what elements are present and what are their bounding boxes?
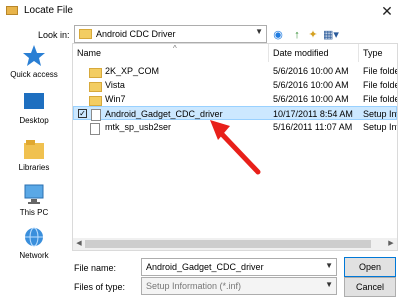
file-row[interactable]: Win7 5/6/2016 10:00 AM File folder (73, 92, 397, 106)
lookin-label: Look in: (38, 30, 70, 40)
scroll-thumb[interactable] (85, 240, 371, 248)
red-arrow-annotation (210, 120, 261, 175)
back-icon[interactable]: ◉ (271, 29, 285, 42)
setup-file-icon (90, 121, 100, 135)
column-type[interactable]: Type (359, 44, 397, 62)
filetype-dropdown[interactable]: Setup Information (*.inf) ▼ (141, 277, 337, 295)
folder-icon (89, 93, 102, 107)
file-type: Setup Info (363, 122, 397, 132)
file-type: File folder (363, 66, 397, 76)
column-type-label: Type (363, 48, 383, 58)
column-date-label: Date modified (273, 48, 329, 58)
file-date: 5/6/2016 10:00 AM (273, 94, 349, 104)
desktop-icon (24, 93, 44, 109)
folder-icon (89, 79, 102, 93)
file-date: 5/6/2016 10:00 AM (273, 80, 349, 90)
scroll-left-icon[interactable]: ◀ (73, 238, 85, 250)
filetype-value: Setup Information (*.inf) (146, 281, 242, 291)
file-row[interactable]: 2K_XP_COM 5/6/2016 10:00 AM File folder (73, 64, 397, 78)
file-name: mtk_sp_usb2ser (105, 122, 172, 132)
filetype-label: Files of type: (74, 282, 126, 292)
place-label: This PC (19, 208, 49, 217)
libraries-icon (24, 140, 44, 159)
up-folder-icon[interactable]: ↑ (290, 29, 304, 42)
file-type: File folder (363, 94, 397, 104)
horizontal-scrollbar[interactable]: ◀ ▶ (73, 238, 397, 250)
chevron-down-icon: ▼ (325, 280, 333, 289)
place-label: Libraries (18, 163, 50, 172)
place-desktop[interactable]: Desktop (0, 92, 68, 125)
computer-icon (24, 184, 44, 204)
column-name-label: Name (77, 48, 102, 58)
file-name: Win7 (105, 94, 126, 104)
chevron-down-icon: ▼ (255, 27, 263, 36)
column-date[interactable]: Date modified (269, 44, 359, 62)
filename-input[interactable]: Android_Gadget_CDC_driver ▼ (141, 258, 337, 276)
place-label: Desktop (19, 116, 49, 125)
column-name[interactable]: Name ^ (73, 44, 269, 62)
file-date: 5/6/2016 10:00 AM (273, 66, 349, 76)
filename-label: File name: (74, 263, 117, 273)
file-type: File folder (363, 80, 397, 90)
place-quick-access[interactable]: Quick access (0, 44, 68, 79)
folder-icon (79, 29, 92, 39)
cancel-button[interactable]: Cancel (344, 277, 396, 297)
chevron-down-icon: ▼ (325, 261, 333, 270)
lookin-value: Android CDC Driver (96, 29, 176, 39)
place-label: Network (19, 251, 49, 260)
open-button[interactable]: Open (344, 257, 396, 277)
file-name: Vista (105, 80, 125, 90)
place-libraries[interactable]: Libraries (0, 139, 68, 172)
folder-icon (89, 65, 102, 79)
lookin-dropdown[interactable]: Android CDC Driver ▼ (74, 25, 267, 43)
new-folder-icon[interactable]: ✦ (306, 29, 320, 42)
setup-file-icon (91, 107, 101, 121)
filename-value: Android_Gadget_CDC_driver (146, 262, 264, 272)
view-menu-icon[interactable]: ▦▾ (322, 29, 340, 42)
file-date: 10/17/2011 8:54 AM (273, 109, 353, 119)
place-this-pc[interactable]: This PC (0, 184, 68, 217)
close-button[interactable]: ✕ (376, 2, 398, 20)
folder-icon (6, 6, 18, 15)
file-type: Setup Info (363, 109, 397, 119)
row-checkbox[interactable]: ✓ (78, 109, 87, 118)
scroll-right-icon[interactable]: ▶ (385, 238, 397, 250)
star-icon (23, 45, 45, 66)
network-icon (25, 227, 43, 247)
sort-icon: ^ (173, 44, 177, 53)
title-bar: Locate File ✕ (0, 0, 400, 22)
file-row[interactable]: Vista 5/6/2016 10:00 AM File folder (73, 78, 397, 92)
window-title: Locate File (24, 5, 73, 16)
place-label: Quick access (10, 70, 58, 79)
place-network[interactable]: Network (0, 227, 68, 260)
file-name: 2K_XP_COM (105, 66, 160, 76)
file-date: 5/16/2011 11:07 AM (273, 122, 353, 132)
